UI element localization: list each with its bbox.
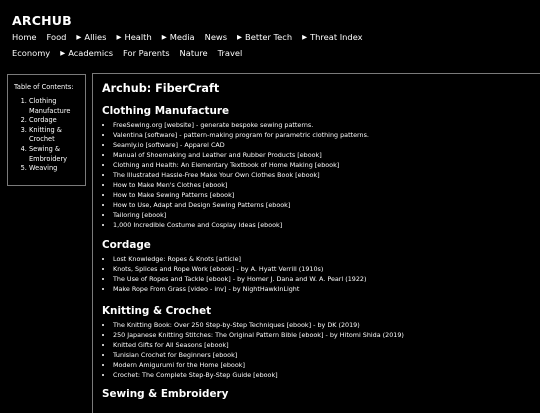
- nav-home-label: Home: [12, 32, 37, 42]
- list-item[interactable]: Make Rope From Grass [video - inv] - by …: [113, 284, 540, 294]
- toc-title: Table of Contents:: [14, 83, 74, 91]
- toc-item-sewing-embroidery[interactable]: Sewing & Embroidery: [29, 145, 85, 164]
- section-clothing-manufacture: Clothing Manufacture FreeSewing.org [web…: [102, 105, 540, 230]
- nav-travel-label: Travel: [217, 48, 243, 58]
- resource-list: Lost Knowledge: Ropes & Knots [article] …: [102, 254, 540, 294]
- main-content: Archub: FiberCraft Clothing Manufacture …: [92, 73, 540, 413]
- nav-academics-label: Academics: [68, 48, 114, 58]
- nav-news[interactable]: News: [205, 32, 227, 42]
- dropdown-arrow-icon: ▶: [60, 48, 66, 57]
- list-item[interactable]: 1,000 Incredible Costume and Cosplay Ide…: [113, 220, 540, 230]
- list-item[interactable]: Clothing and Health: An Elementary Textb…: [113, 160, 540, 170]
- dropdown-arrow-icon: ▶: [116, 32, 122, 41]
- list-item[interactable]: Lost Knowledge: Ropes & Knots [article]: [113, 254, 540, 264]
- toc-item-weaving[interactable]: Weaving: [29, 164, 85, 174]
- nav-media[interactable]: ▶ Media: [162, 32, 195, 42]
- list-item[interactable]: Manual of Shoemaking and Leather and Rub…: [113, 150, 540, 160]
- dropdown-arrow-icon: ▶: [302, 32, 308, 41]
- list-item[interactable]: Modern Amigurumi for the Home [ebook]: [113, 360, 540, 370]
- list-item[interactable]: Knots, Splices and Rope Work [ebook] - b…: [113, 264, 540, 274]
- list-item[interactable]: Seamly.io [software] - Apparel CAD: [113, 140, 540, 150]
- nav-threat-index[interactable]: ▶ Threat Index: [302, 32, 362, 42]
- resource-list: FreeSewing.org [website] - generate besp…: [102, 120, 540, 230]
- list-item[interactable]: FreeSewing.org [website] - generate besp…: [113, 120, 540, 130]
- table-of-contents: Table of Contents: Clothing Manufacture …: [7, 74, 86, 186]
- section-heading: Cordage: [102, 239, 151, 251]
- main-nav-row-2: Economy ▶ Academics For Parents Nature Tr…: [12, 48, 242, 58]
- list-item[interactable]: How to Make Sewing Patterns [ebook]: [113, 190, 540, 200]
- toc-list: Clothing Manufacture Cordage Knitting & …: [8, 97, 85, 174]
- nav-allies[interactable]: ▶ Allies: [76, 32, 106, 42]
- nav-media-label: Media: [169, 32, 195, 42]
- list-item[interactable]: The Use of Ropes and Tackle [ebook] - by…: [113, 274, 540, 284]
- dropdown-arrow-icon: ▶: [161, 32, 167, 41]
- nav-nature[interactable]: Nature: [180, 48, 208, 58]
- list-item[interactable]: 250 Japanese Knitting Stitches: The Orig…: [113, 330, 540, 340]
- nav-allies-label: Allies: [84, 32, 107, 42]
- nav-home[interactable]: Home: [12, 32, 37, 42]
- section-heading: Knitting & Crochet: [102, 305, 212, 317]
- list-item[interactable]: Tailoring [ebook]: [113, 210, 540, 220]
- resource-list: The Knitting Book: Over 250 Step-by-Step…: [102, 320, 540, 380]
- nav-health[interactable]: ▶ Health: [116, 32, 151, 42]
- nav-for-parents-label: For Parents: [123, 48, 170, 58]
- nav-academics[interactable]: ▶ Academics: [60, 48, 113, 58]
- nav-news-label: News: [204, 32, 228, 42]
- dropdown-arrow-icon: ▶: [237, 32, 243, 41]
- nav-economy-label: Economy: [12, 48, 51, 58]
- list-item[interactable]: Valentina [software] - pattern-making pr…: [113, 130, 540, 140]
- section-cordage: Cordage Lost Knowledge: Ropes & Knots [a…: [102, 239, 540, 294]
- list-item[interactable]: The Knitting Book: Over 250 Step-by-Step…: [113, 320, 540, 330]
- toc-item-clothing-manufacture[interactable]: Clothing Manufacture: [29, 97, 85, 116]
- list-item[interactable]: Crochet: The Complete Step-By-Step Guide…: [113, 370, 540, 380]
- nav-for-parents[interactable]: For Parents: [123, 48, 169, 58]
- nav-nature-label: Nature: [179, 48, 208, 58]
- nav-food[interactable]: Food: [47, 32, 67, 42]
- section-heading: Sewing & Embroidery: [102, 388, 229, 400]
- dropdown-arrow-icon: ▶: [76, 32, 82, 41]
- nav-economy[interactable]: Economy: [12, 48, 50, 58]
- list-item[interactable]: How to Use, Adapt and Design Sewing Patt…: [113, 200, 540, 210]
- list-item[interactable]: How to Make Men's Clothes [ebook]: [113, 180, 540, 190]
- nav-threat-index-label: Threat Index: [310, 32, 363, 42]
- section-sewing-embroidery: Sewing & Embroidery: [102, 388, 540, 403]
- section-knitting-crochet: Knitting & Crochet The Knitting Book: Ov…: [102, 305, 540, 380]
- nav-better-tech[interactable]: ▶ Better Tech: [237, 32, 292, 42]
- toc-item-knitting-crochet[interactable]: Knitting & Crochet: [29, 126, 85, 145]
- nav-health-label: Health: [124, 32, 152, 42]
- list-item[interactable]: Knitted Gifts for All Seasons [ebook]: [113, 340, 540, 350]
- section-heading: Clothing Manufacture: [102, 105, 230, 117]
- nav-food-label: Food: [46, 32, 67, 42]
- main-nav-row-1: Home Food ▶ Allies ▶ Health ▶ Media News ▶ B…: [12, 32, 363, 42]
- nav-travel[interactable]: Travel: [218, 48, 243, 58]
- toc-item-cordage[interactable]: Cordage: [29, 116, 85, 126]
- list-item[interactable]: The Illustrated Hassle-Free Make Your Ow…: [113, 170, 540, 180]
- page-title: Archub: FiberCraft: [102, 82, 220, 95]
- site-title[interactable]: ARCHUB: [12, 13, 72, 28]
- list-item[interactable]: Tunisian Crochet for Beginners [ebook]: [113, 350, 540, 360]
- nav-better-tech-label: Better Tech: [245, 32, 293, 42]
